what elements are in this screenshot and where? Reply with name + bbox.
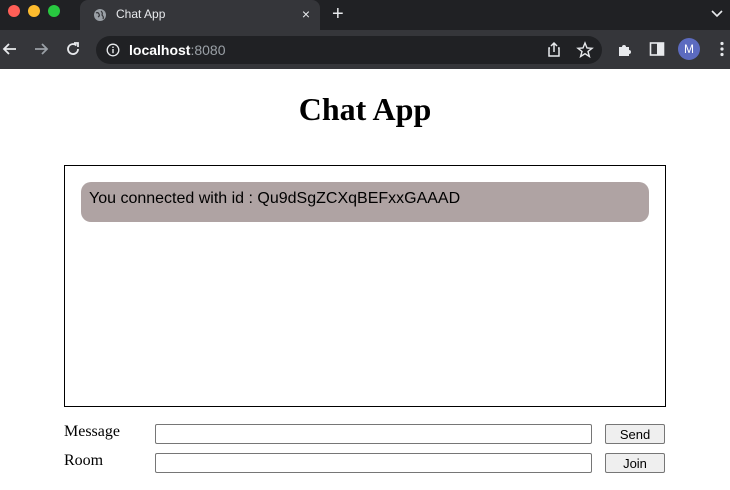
url-text: localhost:8080 xyxy=(129,42,226,58)
messages-box: You connected with id : Qu9dSgZCXqBEFxxG… xyxy=(64,165,666,407)
bookmark-star-icon[interactable] xyxy=(575,40,595,60)
side-panel-icon[interactable] xyxy=(647,39,667,59)
browser-tab-bar: Chat App × + xyxy=(0,0,730,30)
browser-toolbar: localhost:8080 M xyxy=(0,30,730,69)
share-icon[interactable] xyxy=(544,40,564,60)
message-row: Message Send xyxy=(64,423,665,447)
extensions-puzzle-icon[interactable] xyxy=(615,39,635,59)
minimize-window-button[interactable] xyxy=(28,5,40,17)
close-window-button[interactable] xyxy=(8,5,20,17)
message-label: Message xyxy=(64,423,120,440)
profile-avatar[interactable]: M xyxy=(678,38,700,60)
send-button[interactable]: Send xyxy=(605,424,665,444)
more-menu-icon[interactable] xyxy=(712,39,730,59)
tab-search-chevron-icon[interactable] xyxy=(710,6,724,20)
reload-icon[interactable] xyxy=(63,39,83,59)
browser-tab-active[interactable]: Chat App × xyxy=(80,0,320,30)
message-bubble: You connected with id : Qu9dSgZCXqBEFxxG… xyxy=(81,182,649,222)
address-bar[interactable]: localhost:8080 xyxy=(96,36,602,64)
join-button[interactable]: Join xyxy=(605,453,665,473)
url-port: :8080 xyxy=(190,42,226,58)
url-host: localhost xyxy=(129,42,191,58)
room-label: Room xyxy=(64,452,104,469)
room-row: Room Join xyxy=(64,452,665,476)
room-input[interactable] xyxy=(155,453,592,473)
tab-close-icon[interactable]: × xyxy=(302,6,310,22)
new-tab-button[interactable]: + xyxy=(332,3,344,25)
page-title: Chat App xyxy=(298,91,432,127)
page-content: Chat App You connected with id : Qu9dSgZ… xyxy=(0,69,730,490)
tab-title: Chat App xyxy=(116,7,166,21)
back-arrow-icon[interactable] xyxy=(0,39,20,59)
info-icon[interactable] xyxy=(106,43,120,57)
globe-icon xyxy=(94,9,106,21)
maximize-window-button[interactable] xyxy=(48,5,60,17)
message-input[interactable] xyxy=(155,424,592,444)
forward-arrow-icon[interactable] xyxy=(31,39,51,59)
